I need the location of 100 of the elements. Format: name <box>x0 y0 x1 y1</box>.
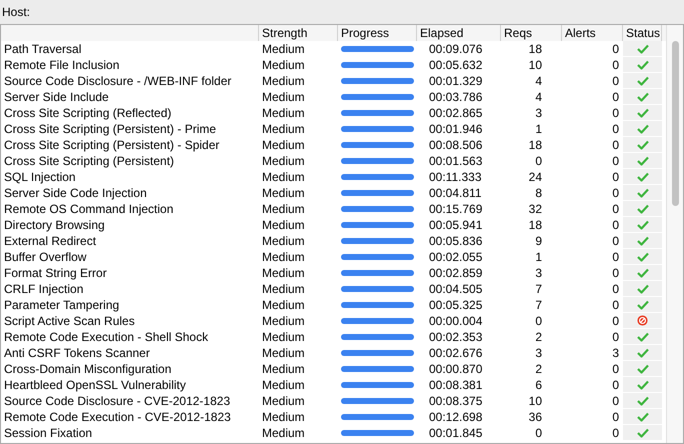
table-cell: 00:02.676 <box>429 346 482 360</box>
table-cell: 00:09.076 <box>429 42 482 56</box>
table-cell: 32 <box>528 202 542 216</box>
table-cell: 2 <box>535 362 542 376</box>
column-header[interactable]: Elapsed <box>420 26 464 40</box>
table-cell: Cross Site Scripting (Persistent) - Prime <box>4 122 216 136</box>
table-cell: 00:12.698 <box>429 410 482 424</box>
table-cell: 4 <box>535 74 542 88</box>
column-header[interactable]: Strength <box>262 26 308 40</box>
table-cell: 3 <box>535 346 542 360</box>
table-cell: 0 <box>612 282 619 296</box>
table-cell: Format String Error <box>4 266 107 280</box>
table-cell: External Redirect <box>4 234 96 248</box>
table-cell: 0 <box>612 298 619 312</box>
table-cell: Cross Site Scripting (Persistent) <box>4 154 174 168</box>
table-cell: 00:02.859 <box>429 266 482 280</box>
table-cell: 00:15.769 <box>429 202 482 216</box>
table-cell: 3 <box>535 106 542 120</box>
table-cell: 0 <box>612 266 619 280</box>
table-cell: Medium <box>262 58 305 72</box>
table-cell: Medium <box>262 250 305 264</box>
table-cell: Remote File Inclusion <box>4 58 120 72</box>
table-cell: 10 <box>528 394 542 408</box>
table-cell: Medium <box>262 74 305 88</box>
table-cell: 0 <box>535 426 542 440</box>
table-cell: Medium <box>262 266 305 280</box>
table-cell: 00:02.055 <box>429 250 482 264</box>
table-cell: Medium <box>262 330 305 344</box>
table-cell: 1 <box>535 250 542 264</box>
table-cell: 00:11.333 <box>429 170 482 184</box>
table-cell: 3 <box>535 266 542 280</box>
table-cell: Medium <box>262 426 305 440</box>
table-cell: Script Active Scan Rules <box>4 314 135 328</box>
table-cell: 0 <box>612 186 619 200</box>
table-cell: 7 <box>535 298 542 312</box>
table-cell: 8 <box>535 186 542 200</box>
table-cell: 18 <box>528 138 542 152</box>
table-cell: 00:05.836 <box>429 234 482 248</box>
table-cell: Heartbleed OpenSSL Vulnerability <box>4 378 186 392</box>
table-cell: Medium <box>262 218 305 232</box>
table-cell: 1 <box>535 122 542 136</box>
table-cell: 00:02.865 <box>429 106 482 120</box>
table-cell: 0 <box>612 202 619 216</box>
column-header[interactable]: Status <box>626 26 660 40</box>
table-cell: Medium <box>262 410 305 424</box>
table-cell: Medium <box>262 154 305 168</box>
table-cell: 4 <box>535 90 542 104</box>
table-cell: 0 <box>612 42 619 56</box>
table-cell: 36 <box>528 410 542 424</box>
table-cell: Medium <box>262 138 305 152</box>
table-cell: Medium <box>262 202 305 216</box>
table-cell: 18 <box>528 218 542 232</box>
table-cell: Remote OS Command Injection <box>4 202 174 216</box>
table-cell: 0 <box>612 394 619 408</box>
table-cell: Server Side Code Injection <box>4 186 147 200</box>
table-cell: 0 <box>612 58 619 72</box>
table-cell: 10 <box>528 58 542 72</box>
table-cell: Medium <box>262 90 305 104</box>
table-cell: 00:08.506 <box>429 138 482 152</box>
table-cell: 0 <box>612 314 619 328</box>
table-cell: Medium <box>262 298 305 312</box>
table-cell: 00:08.375 <box>429 394 482 408</box>
table-cell: 00:01.946 <box>429 122 482 136</box>
table-cell: 00:08.381 <box>429 378 482 392</box>
table-cell: 24 <box>528 170 542 184</box>
table-cell: Anti CSRF Tokens Scanner <box>4 346 150 360</box>
table-cell: Medium <box>262 234 305 248</box>
table-cell: 00:04.505 <box>429 282 482 296</box>
scrollbar-thumb[interactable] <box>672 41 678 206</box>
table-cell: 00:03.786 <box>429 90 482 104</box>
host-label: Host: <box>2 4 30 21</box>
table-cell: Medium <box>262 314 305 328</box>
table-cell: 00:04.811 <box>429 186 482 200</box>
table-cell: 0 <box>612 138 619 152</box>
table-cell: 2 <box>535 330 542 344</box>
table-cell: 00:05.325 <box>429 298 482 312</box>
table-cell: 00:01.563 <box>429 154 482 168</box>
column-header[interactable]: Alerts <box>565 26 596 40</box>
table-cell: 3 <box>612 346 619 360</box>
table-cell: Parameter Tampering <box>4 298 120 312</box>
table-cell: Directory Browsing <box>4 218 105 232</box>
table-cell: 7 <box>535 282 542 296</box>
table-cell: Source Code Disclosure - /WEB-INF folder <box>4 74 232 88</box>
table-cell: Medium <box>262 106 305 120</box>
table-cell: 0 <box>612 218 619 232</box>
table-cell: 0 <box>612 250 619 264</box>
table-cell: 0 <box>612 330 619 344</box>
table-cell: Remote Code Execution - CVE-2012-1823 <box>4 410 231 424</box>
table-cell: Medium <box>262 122 305 136</box>
table-cell: 0 <box>612 426 619 440</box>
table-cell: 18 <box>528 42 542 56</box>
column-header[interactable]: Reqs <box>504 26 532 40</box>
table-cell: Medium <box>262 282 305 296</box>
table-cell: 00:01.845 <box>429 426 482 440</box>
table-cell: 6 <box>535 378 542 392</box>
column-header[interactable]: Progress <box>341 26 390 40</box>
table-cell: 9 <box>535 234 542 248</box>
table-cell: Cross-Domain Misconfiguration <box>4 362 172 376</box>
table-cell: 0 <box>612 410 619 424</box>
table-cell: 00:05.941 <box>429 218 482 232</box>
